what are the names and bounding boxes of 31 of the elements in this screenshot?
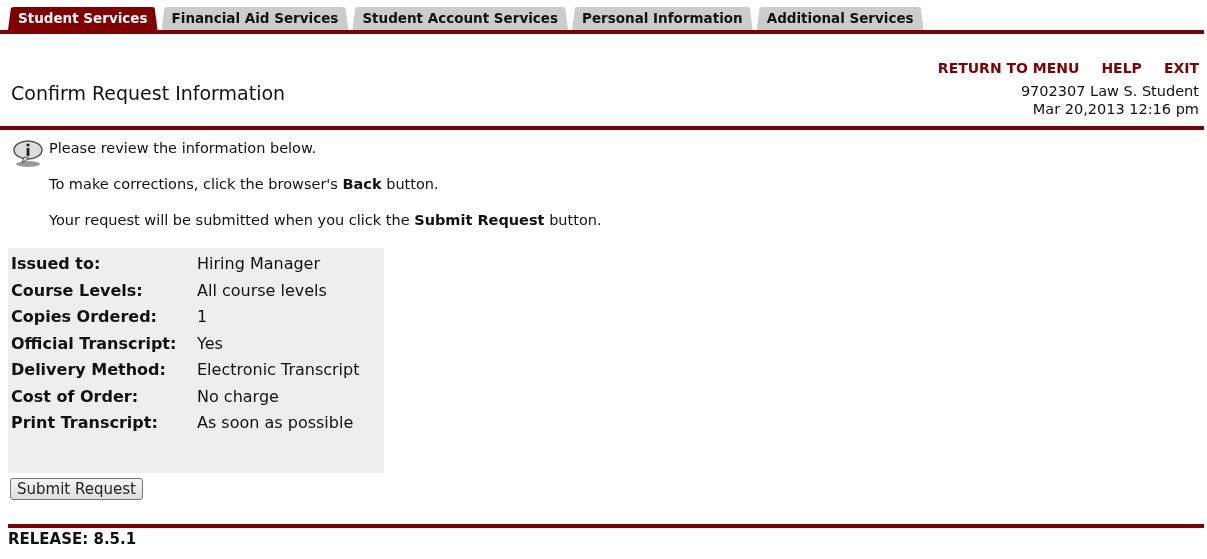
submit-request-button[interactable]: Submit Request — [10, 477, 143, 500]
header-link[interactable]: HELP — [1101, 60, 1142, 76]
user-info: 9702307 Law S. Student — [1020, 82, 1199, 100]
field-label: Issued to: — [11, 253, 102, 275]
field-value: 1 — [197, 306, 208, 328]
nav-tab[interactable]: Personal Information — [572, 7, 753, 30]
info-message: Please review the information below. — [49, 140, 317, 156]
field-label: Delivery Method: — [11, 359, 167, 381]
header-link[interactable]: EXIT — [1163, 60, 1199, 76]
timestamp: Mar 20,2013 12:16 pm — [1032, 100, 1199, 118]
field-label: Course Levels: — [11, 279, 144, 302]
field-value: Yes — [197, 332, 223, 355]
page-title: Confirm Request Information — [11, 82, 286, 104]
nav-tab[interactable]: Additional Services — [756, 7, 924, 30]
field-value: Electronic Transcript — [197, 359, 360, 381]
info-icon — [12, 140, 45, 168]
field-label: Print Transcript: — [11, 412, 159, 434]
field-value: As soon as possible — [197, 412, 354, 434]
field-label: Cost of Order: — [11, 385, 140, 408]
info-message: To make corrections, click the browser's Back button. — [49, 176, 440, 192]
nav-tab[interactable]: Student Account Services — [352, 7, 569, 30]
header-link[interactable]: RETURN TO MENU — [937, 60, 1080, 76]
field-value: All course levels — [197, 279, 327, 302]
info-message: Your request will be submitted when you click the Submit Request button. — [49, 212, 603, 228]
field-value: Hiring Manager — [197, 253, 320, 275]
field-value: No charge — [197, 385, 279, 408]
nav-tab[interactable]: Financial Aid Services — [161, 7, 349, 30]
release-version: RELEASE: 8.5.1 — [8, 529, 137, 548]
field-label: Official Transcript: — [11, 332, 178, 355]
field-label: Copies Ordered: — [11, 306, 158, 328]
nav-tab[interactable]: Student Services — [8, 7, 158, 30]
